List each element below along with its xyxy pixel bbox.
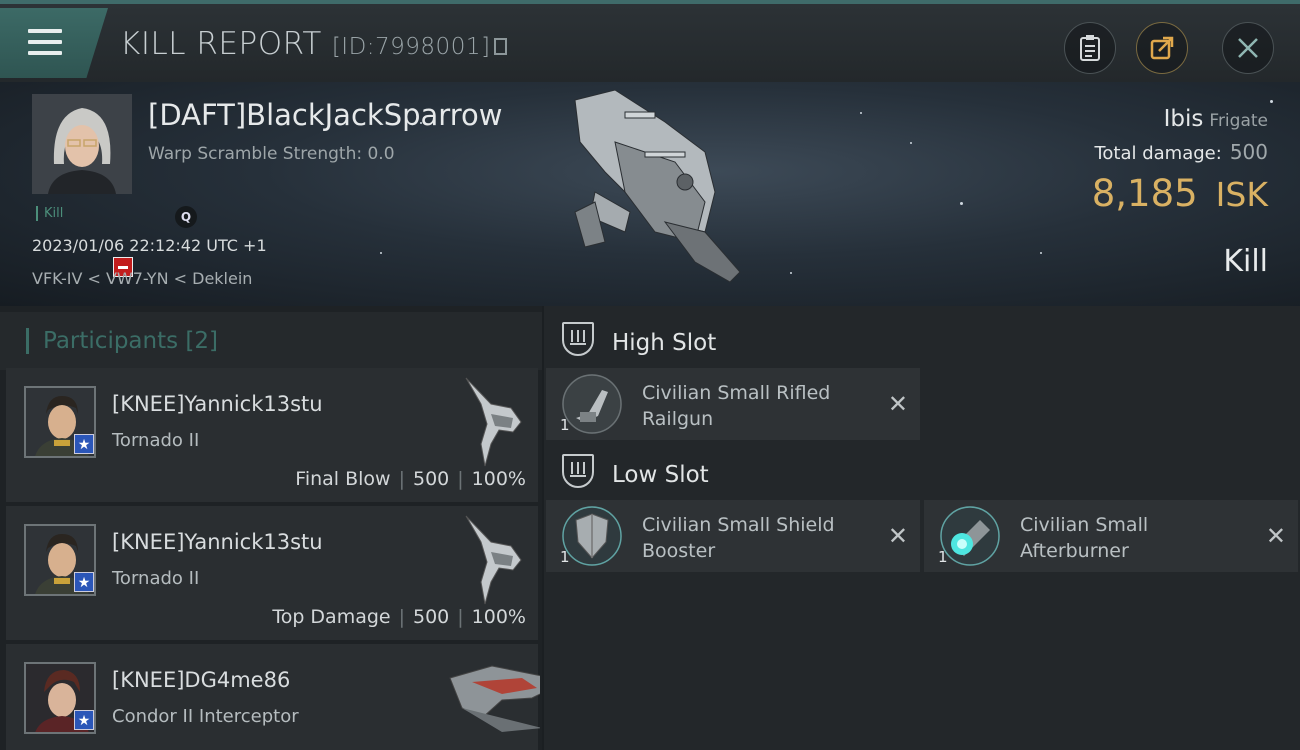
participant-ship-image <box>465 515 522 605</box>
participant-percent: 100% <box>471 468 526 490</box>
module-name: Civilian Small Shield Booster <box>642 514 835 562</box>
destroyed-x-icon: ✕ <box>887 390 908 418</box>
participant-role: Final Blow <box>295 468 391 490</box>
module-item[interactable]: 1 Civilian Small Afterburner ✕ <box>924 500 1298 572</box>
participant-ship: Tornado II <box>112 430 200 451</box>
separator: | <box>457 468 464 490</box>
participant-ship-image <box>449 665 540 732</box>
share-icon <box>1150 36 1174 60</box>
module-name: Civilian Small Afterburner <box>1020 514 1149 562</box>
menu-icon-bar <box>28 40 62 44</box>
high-slot-label: High Slot <box>612 330 717 356</box>
high-slot-icon <box>562 322 594 356</box>
participant-stats: Top Damage | 500 | 100% <box>272 606 526 628</box>
alliance-star-icon: ★ <box>74 710 94 730</box>
module-item[interactable]: 1 Civilian Small Shield Booster ✕ <box>546 500 920 572</box>
participants-label: Participants [2] <box>26 328 218 354</box>
q-button[interactable]: Q <box>175 206 197 228</box>
participant-damage: 500 <box>413 606 450 628</box>
star <box>790 272 792 274</box>
participant-name[interactable]: [KNEE]Yannick13stu <box>112 392 323 416</box>
report-kind: Kill <box>1223 244 1268 279</box>
participant-ship: Condor II Interceptor <box>112 706 299 727</box>
separator: | <box>398 468 405 490</box>
menu-icon <box>28 29 62 33</box>
victim-ship-image <box>574 89 741 283</box>
isk-unit: ISK <box>1215 175 1268 214</box>
warp-scramble-strength: Warp Scramble Strength: 0.0 <box>148 144 395 164</box>
participant-row[interactable]: ★ [KNEE]DG4me86 Condor II Interceptor <box>6 644 540 750</box>
alliance-star-icon: ★ <box>74 434 94 454</box>
module-quantity: 1 <box>560 548 570 566</box>
kill-datetime: 2023/01/06 22:12:42 UTC +1 <box>32 236 267 255</box>
low-slot-icon <box>562 454 594 488</box>
isk-amount: 8,185 <box>1091 172 1198 215</box>
victim-portrait <box>32 94 132 194</box>
module-quantity: 1 <box>938 548 948 566</box>
participant-percent: 100% <box>471 606 526 628</box>
participant-stats: Final Blow | 500 | 100% <box>295 468 526 490</box>
low-slot-label: Low Slot <box>612 462 709 488</box>
page-title-text: KILL REPORT <box>120 26 322 62</box>
clipboard-icon <box>1080 35 1100 61</box>
fitting-panel: High Slot 1 Civilian Small Rifled Railgu… <box>544 306 1300 750</box>
kill-location[interactable]: VFK-IV < VW7-YN < Deklein <box>32 269 252 288</box>
page-title: KILL REPORT [ID:7998001] <box>120 26 508 62</box>
separator: | <box>457 606 464 628</box>
top-bar: KILL REPORT [ID:7998001] <box>0 0 1300 82</box>
star <box>1040 252 1042 254</box>
star <box>380 252 382 254</box>
module-quantity: 1 <box>560 416 570 434</box>
star <box>1270 100 1273 103</box>
star <box>860 112 862 114</box>
participant-damage: 500 <box>413 468 450 490</box>
participants-header: Participants [2] <box>0 312 542 370</box>
module-name: Civilian Small Rifled Railgun <box>642 382 831 430</box>
menu-button[interactable] <box>0 8 108 78</box>
total-damage-value: 500 <box>1229 140 1268 164</box>
participant-name[interactable]: [KNEE]DG4me86 <box>112 668 290 692</box>
close-button[interactable] <box>1222 22 1274 74</box>
destroyed-x-icon: ✕ <box>887 522 908 550</box>
clipboard-button[interactable] <box>1064 22 1116 74</box>
low-slot-header: Low Slot <box>544 444 1300 500</box>
victim-ship-name: Ibis <box>1163 106 1204 132</box>
victim-ship-class: Frigate <box>1209 111 1268 131</box>
participants-panel: Participants [2] ★ [KNEE]Yannick13stu To… <box>0 306 542 750</box>
total-damage: Total damage: 500 <box>1094 140 1268 164</box>
railgun-icon <box>562 374 622 434</box>
total-damage-label: Total damage: <box>1094 143 1222 164</box>
victim-ship[interactable]: Ibis Frigate <box>1164 106 1268 132</box>
isk-value: 8,185 ISK <box>1092 172 1268 215</box>
participant-ship: Tornado II <box>112 568 200 589</box>
high-slot-header: High Slot <box>544 312 1300 368</box>
destroyed-x-icon: ✕ <box>1265 522 1286 550</box>
victim-avatar[interactable] <box>32 94 132 194</box>
report-id: [ID:7998001] <box>331 34 491 60</box>
menu-icon-bar <box>28 51 62 55</box>
participant-role: Top Damage <box>272 606 391 628</box>
alliance-star-icon: ★ <box>74 572 94 592</box>
copy-icon[interactable] <box>494 38 508 55</box>
separator: | <box>398 606 405 628</box>
participant-ship-image <box>465 377 522 467</box>
close-icon <box>1238 38 1258 58</box>
participant-row[interactable]: ★ [KNEE]Yannick13stu Tornado II Final Bl… <box>6 368 538 502</box>
star <box>960 202 963 205</box>
shield-booster-icon <box>562 506 622 566</box>
kill-tag: Kill <box>36 206 63 221</box>
participant-row[interactable]: ★ [KNEE]Yannick13stu Tornado II Top Dama… <box>6 506 538 640</box>
share-button[interactable] <box>1136 22 1188 74</box>
module-item[interactable]: 1 Civilian Small Rifled Railgun ✕ <box>546 368 920 440</box>
star <box>910 142 912 144</box>
victim-banner: [DAFT]BlackJackSparrow Warp Scramble Str… <box>0 82 1300 306</box>
participant-name[interactable]: [KNEE]Yannick13stu <box>112 530 323 554</box>
victim-pilot-name[interactable]: [DAFT]BlackJackSparrow <box>148 98 502 132</box>
afterburner-icon <box>940 506 1000 566</box>
